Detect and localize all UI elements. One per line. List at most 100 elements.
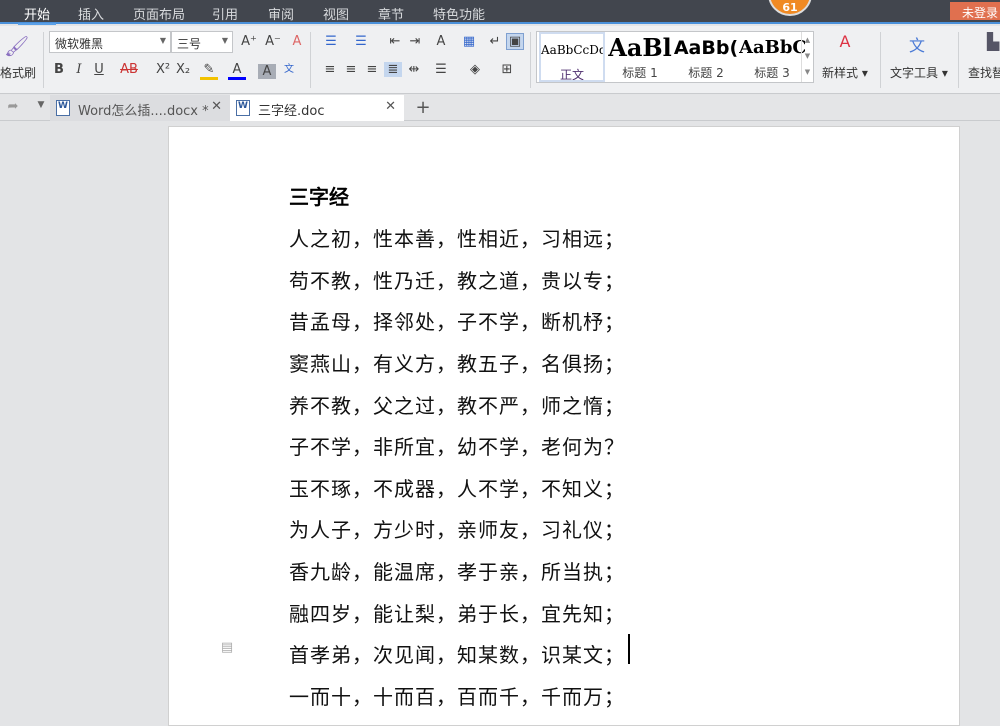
login-button[interactable]: 未登录 bbox=[950, 2, 1000, 20]
clear-format-icon[interactable]: A bbox=[288, 34, 306, 49]
format-painter-icon[interactable]: 🖌 bbox=[4, 34, 29, 58]
menu-bar: 开始 插入 页面布局 引用 审阅 视图 章节 特色功能 61 未登录 bbox=[0, 0, 1000, 25]
document-title: 三字经 bbox=[289, 185, 349, 209]
bullet-list-icon[interactable]: ☰ bbox=[322, 34, 340, 49]
text-cursor bbox=[628, 634, 630, 664]
font-color-icon[interactable]: A bbox=[228, 62, 246, 80]
text-line: 人之初，性本善，性相近，习相远； bbox=[289, 227, 625, 251]
distribute-icon[interactable]: ⇹ bbox=[405, 62, 423, 77]
ribbon: 🖌 格式刷 微软雅黑 ▼ 三号 ▼ A⁺ A⁻ A B I U AB X² X₂ ✎… bbox=[0, 26, 1000, 94]
find-replace-icon: ▙ bbox=[986, 32, 1000, 51]
word-file-icon: W bbox=[56, 100, 70, 116]
style-label: 正文 bbox=[559, 68, 584, 82]
chevron-down-icon: ▼ bbox=[221, 36, 228, 45]
doc-tab-label: 三字经.doc bbox=[258, 104, 325, 119]
text-line: 首孝弟，次见闻，知某数，识某文； bbox=[289, 643, 625, 667]
show-layout-icon[interactable]: ▣ bbox=[506, 33, 524, 50]
style-normal[interactable]: AaBbCcDd 正文 bbox=[539, 32, 605, 82]
tab-review[interactable]: 审阅 bbox=[268, 4, 294, 23]
text-tools-icon: 文 bbox=[908, 36, 925, 55]
bold-icon[interactable]: B bbox=[50, 62, 68, 77]
increase-indent-icon[interactable]: ⇥ bbox=[406, 34, 424, 49]
style-label: 标题 2 bbox=[688, 66, 724, 80]
paragraph-mark-icon[interactable]: ↵ bbox=[486, 34, 504, 49]
shrink-font-icon[interactable]: A⁻ bbox=[264, 34, 282, 49]
style-heading-2[interactable]: AaBb(标题 2 bbox=[673, 32, 739, 82]
new-style-label: 新样式 bbox=[822, 66, 859, 80]
paragraph-handle-icon[interactable]: ▤ bbox=[218, 640, 236, 655]
text-line: 为人子，方少时，亲师友，习礼仪； bbox=[289, 518, 625, 542]
divider bbox=[43, 32, 44, 88]
italic-icon[interactable]: I bbox=[70, 62, 88, 77]
style-scroll[interactable]: ▲ ▼ ▼ bbox=[801, 32, 813, 82]
char-shading-icon[interactable]: A bbox=[258, 64, 276, 79]
style-label: 标题 1 bbox=[622, 66, 658, 80]
close-icon[interactable]: ✕ bbox=[211, 99, 222, 114]
phonetic-icon[interactable]: 文 bbox=[280, 60, 298, 75]
document-tabs: ➦ ▼ W Word怎么插....docx * ✕ W 三字经.doc ✕ + bbox=[0, 95, 1000, 121]
doc-tab-label: Word怎么插....docx * bbox=[78, 104, 209, 119]
tab-view[interactable]: 视图 bbox=[323, 4, 349, 23]
divider bbox=[880, 32, 881, 88]
shading-icon[interactable]: ◈ bbox=[466, 62, 484, 77]
text-line: 昔孟母，择邻处，子不学，断机杼； bbox=[289, 310, 625, 334]
tab-home[interactable]: 开始 bbox=[17, 4, 57, 25]
style-sample: AaBbC bbox=[739, 37, 805, 58]
font-size-select[interactable]: 三号 ▼ bbox=[171, 31, 233, 53]
new-style-icon: A bbox=[839, 32, 851, 51]
tab-references[interactable]: 引用 bbox=[212, 4, 238, 23]
new-tab-plus-icon[interactable]: + bbox=[414, 97, 432, 118]
align-center-icon[interactable]: ≡ bbox=[342, 62, 360, 77]
text-line: 窦燕山，有义方，教五子，名俱扬； bbox=[289, 352, 625, 376]
decrease-indent-icon[interactable]: ⇤ bbox=[386, 34, 404, 49]
style-sample: AaBbCcDd bbox=[541, 43, 605, 57]
borders-icon[interactable]: ⊞ bbox=[498, 62, 516, 77]
divider bbox=[530, 32, 531, 88]
style-label: 标题 3 bbox=[754, 66, 790, 80]
text-line: 香九龄，能温席，孝于亲，所当执； bbox=[289, 560, 625, 584]
chevron-down-icon[interactable]: ▼ bbox=[32, 100, 50, 110]
new-style-button[interactable]: 新样式 ▾ bbox=[822, 64, 868, 81]
underline-icon[interactable]: U bbox=[90, 62, 108, 77]
line-spacing-icon[interactable]: ☰ bbox=[432, 62, 450, 77]
style-heading-3[interactable]: AaBbC 标题 3 bbox=[739, 32, 805, 82]
tab-chapter[interactable]: 章节 bbox=[378, 4, 404, 23]
strikethrough-icon[interactable]: AB bbox=[118, 62, 140, 77]
highlight-icon[interactable]: ✎ bbox=[200, 62, 218, 80]
align-right-icon[interactable]: ≡ bbox=[363, 62, 381, 77]
numbered-list-icon[interactable]: ☰ bbox=[352, 34, 370, 49]
word-file-icon: W bbox=[236, 100, 250, 116]
text-tools-button[interactable]: 文字工具 ▾ bbox=[890, 64, 948, 81]
close-icon[interactable]: ✕ bbox=[385, 99, 396, 114]
divider bbox=[310, 32, 311, 88]
text-line: 子不学，非所宜，幼不学，老何为？ bbox=[289, 435, 625, 459]
tab-features[interactable]: 特色功能 bbox=[433, 4, 485, 23]
text-direction-icon[interactable]: A bbox=[432, 34, 450, 49]
redo-icon[interactable]: ➦ bbox=[4, 99, 22, 114]
subscript-icon[interactable]: X₂ bbox=[174, 62, 192, 77]
table-icon[interactable]: ▦ bbox=[460, 34, 478, 49]
format-painter-label[interactable]: 格式刷 bbox=[0, 64, 36, 81]
doc-tab-active[interactable]: W 三字经.doc ✕ bbox=[230, 95, 404, 121]
tab-page-layout[interactable]: 页面布局 bbox=[133, 4, 185, 23]
font-size-value: 三号 bbox=[177, 37, 202, 51]
divider bbox=[958, 32, 959, 88]
tab-insert[interactable]: 插入 bbox=[78, 4, 104, 23]
justify-icon[interactable]: ≣ bbox=[384, 62, 402, 77]
find-replace-button[interactable]: 查找替 bbox=[968, 64, 1000, 81]
text-line: 养不教，父之过，教不严，师之惰； bbox=[289, 394, 625, 418]
chevron-down-icon: ▼ bbox=[159, 36, 166, 45]
grow-font-icon[interactable]: A⁺ bbox=[240, 34, 258, 49]
style-gallery: AaBbCcDd 正文 AaBl 标题 1 AaBb(标题 2 AaBbC 标题 3 … bbox=[536, 31, 814, 83]
font-select[interactable]: 微软雅黑 ▼ bbox=[49, 31, 171, 53]
superscript-icon[interactable]: X² bbox=[154, 62, 172, 77]
text-line: 玉不琢，不成器，人不学，不知义； bbox=[289, 477, 625, 501]
doc-tab[interactable]: W Word怎么插....docx * ✕ bbox=[50, 95, 230, 121]
style-heading-1[interactable]: AaBl 标题 1 bbox=[607, 32, 673, 82]
notification-badge[interactable]: 61 bbox=[768, 0, 812, 16]
text-line: 一而十，十而百，百而千，千而万； bbox=[289, 685, 625, 709]
text-line: 苟不教，性乃迁，教之道，贵以专； bbox=[289, 269, 625, 293]
align-left-icon[interactable]: ≡ bbox=[321, 62, 339, 77]
style-sample: AaBl bbox=[608, 33, 672, 62]
document-page[interactable]: 三字经 人之初，性本善，性相近，习相远； 苟不教，性乃迁，教之道，贵以专； 昔孟… bbox=[168, 126, 960, 726]
